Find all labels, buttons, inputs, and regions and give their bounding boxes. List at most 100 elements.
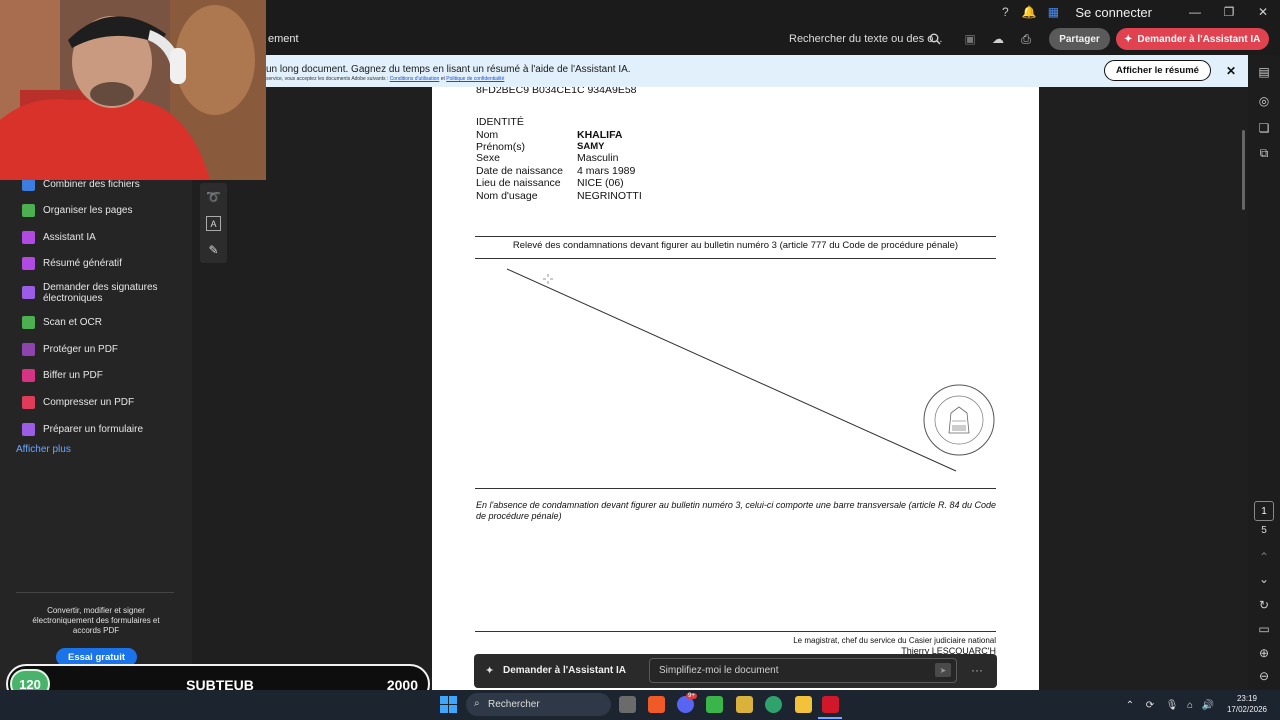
apps-grid-icon[interactable]: ▦ <box>1043 2 1063 22</box>
ai-assistant-icon <box>22 231 35 244</box>
current-page-field[interactable]: 1 <box>1254 501 1274 521</box>
webcam-overlay <box>0 0 266 180</box>
banner-message: un long document. Gagnez du temps en lis… <box>266 64 631 75</box>
network-icon[interactable]: ⌂ <box>1183 698 1197 712</box>
tool-protect-pdf[interactable]: Protéger un PDF <box>22 343 182 356</box>
compress-pdf-icon <box>22 396 35 409</box>
legal-note: En l'absence de condamnation devant figu… <box>476 500 997 521</box>
edit-panel-icon[interactable]: ▤ <box>1256 64 1272 80</box>
title-bar-controls: ? 🔔 ▦ Se connecter — ❐ ✕ <box>995 0 1280 24</box>
brave-browser-icon[interactable] <box>648 696 665 713</box>
tool-label: Compresser un PDF <box>43 397 135 408</box>
taskbar: ⌕ Rechercher 9+ ⌃ ⟳ 🎙 ⌂ 🔊 23:19 17/02/20… <box>0 690 1280 720</box>
acrobat-icon[interactable] <box>822 696 839 713</box>
legal-and: et <box>440 76 445 82</box>
magistrate-title: Le magistrat, chef du service du Casier … <box>793 636 996 645</box>
microphone-icon[interactable]: 🎙 <box>1165 698 1179 712</box>
terms-link[interactable]: Conditions d'utilisation <box>390 76 440 82</box>
tool-organize-pages[interactable]: Organiser les pages <box>22 204 182 217</box>
ask-ai-assistant-label: Demander à l'Assistant IA <box>1137 33 1261 45</box>
tool-label: Organiser les pages <box>43 205 133 216</box>
file-explorer-icon[interactable] <box>795 696 812 713</box>
privacy-link[interactable]: Politique de confidentialité <box>446 76 504 82</box>
ai-prompt-input[interactable]: Simplifiez-moi le document <box>649 658 957 683</box>
scan-ocr-icon <box>22 316 35 329</box>
mode-label[interactable]: ement <box>268 33 299 45</box>
divider <box>475 631 996 632</box>
generative-summary-icon <box>22 257 35 270</box>
close-window-icon[interactable]: ✕ <box>1246 0 1280 24</box>
search-input[interactable]: Rechercher du texte ou des o... <box>789 33 942 45</box>
windows-start-icon[interactable] <box>440 696 457 713</box>
sign-in-link[interactable]: Se connecter <box>1075 5 1152 20</box>
tool-label: Résumé génératif <box>43 258 122 269</box>
text-select-icon[interactable]: A <box>206 216 221 231</box>
tool-label: Scan et OCR <box>43 317 102 328</box>
tool-label: Demander des signatures électroniques <box>43 282 158 304</box>
send-icon[interactable]: ➤ <box>935 663 951 677</box>
panel-divider <box>16 592 174 593</box>
zoom-out-icon[interactable]: ⊖ <box>1256 668 1272 684</box>
discord-notification-badge: 9+ <box>686 693 697 699</box>
minimize-icon[interactable]: — <box>1178 0 1212 24</box>
tool-scan-ocr[interactable]: Scan et OCR <box>22 316 182 329</box>
app-stack-icon[interactable] <box>736 696 753 713</box>
comment-icon[interactable]: ◎ <box>1256 93 1272 109</box>
tool-label: Préparer un formulaire <box>43 424 144 435</box>
upload-cloud-icon[interactable]: ☁ <box>988 30 1008 48</box>
taskbar-clock[interactable]: 23:19 17/02/2026 <box>1222 693 1272 715</box>
tool-label: Combiner des fichiers <box>43 179 140 190</box>
app-circle-icon[interactable] <box>765 696 782 713</box>
show-summary-button[interactable]: Afficher le résumé <box>1104 60 1211 81</box>
tool-prepare-form[interactable]: Préparer un formulaire <box>22 423 182 436</box>
ai-summary-banner: un long document. Gagnez du temps en lis… <box>266 55 1248 87</box>
active-app-indicator <box>818 717 842 719</box>
more-options-icon[interactable]: ··· <box>971 663 983 677</box>
close-icon[interactable]: ✕ <box>1223 63 1239 79</box>
tool-redact-pdf[interactable]: Biffer un PDF <box>22 369 182 382</box>
tool-generative-summary[interactable]: Résumé génératif <box>22 257 182 270</box>
chevron-up-icon[interactable]: ⌃ <box>1256 549 1272 565</box>
search-icon: ⌕ <box>474 698 480 709</box>
redact-pdf-icon <box>22 369 35 382</box>
help-icon[interactable]: ? <box>995 2 1015 22</box>
task-view-icon[interactable] <box>619 696 636 713</box>
draw-pen-icon[interactable]: ✎ <box>206 242 221 257</box>
official-seal <box>923 384 995 456</box>
taskbar-search[interactable]: ⌕ Rechercher <box>466 693 611 716</box>
banner-legal: service, vous acceptez les documents Ado… <box>266 76 504 82</box>
vertical-scrollbar[interactable] <box>1242 130 1245 210</box>
tool-combine-files[interactable]: Combiner des fichiers <box>22 178 182 191</box>
share-button[interactable]: Partager <box>1049 28 1110 50</box>
notification-bell-icon[interactable]: 🔔 <box>1019 2 1039 22</box>
legal-prefix: service, vous acceptez les documents Ado… <box>266 76 389 82</box>
print-icon[interactable]: ⎙ <box>1016 30 1036 48</box>
bookmark-icon[interactable]: ❏ <box>1256 120 1272 136</box>
search-icon[interactable] <box>925 30 945 48</box>
lasso-icon[interactable]: ➰ <box>206 189 221 204</box>
sync-icon[interactable]: ⟳ <box>1143 698 1157 712</box>
zoom-in-icon[interactable]: ⊕ <box>1256 645 1272 661</box>
save-icon[interactable]: ▣ <box>960 30 980 48</box>
ai-prompt-bar: ✦ Demander à l'Assistant IA Simplifiez-m… <box>474 654 997 688</box>
chevron-up-icon[interactable]: ⌃ <box>1123 698 1137 712</box>
rotate-icon[interactable]: ↻ <box>1256 597 1272 613</box>
organize-pages-icon <box>22 204 35 217</box>
clock-time: 23:19 <box>1236 694 1258 703</box>
taskbar-search-label: Rechercher <box>488 699 540 710</box>
app-green-icon[interactable] <box>706 696 723 713</box>
show-more-link[interactable]: Afficher plus <box>16 444 71 455</box>
maximize-icon[interactable]: ❐ <box>1212 0 1246 24</box>
tool-request-esignatures[interactable]: Demander des signatures électroniques <box>22 282 182 304</box>
tool-compress-pdf[interactable]: Compresser un PDF <box>22 396 182 409</box>
tool-ai-assistant[interactable]: Assistant IA <box>22 231 182 244</box>
prepare-form-icon <box>22 423 35 436</box>
chevron-down-icon[interactable]: ⌄ <box>1256 571 1272 587</box>
ai-chat-icon: ✦ <box>485 665 495 677</box>
pdf-page: 8FD2BEC9 B034CE1C 934A9E58 IDENTITÉ Nom … <box>432 87 1039 690</box>
ask-ai-assistant-button[interactable]: ✦ Demander à l'Assistant IA <box>1116 28 1269 50</box>
webcam-image <box>0 0 266 180</box>
pages-icon[interactable]: ⧉ <box>1256 145 1272 161</box>
page-fit-icon[interactable]: ▭ <box>1256 621 1272 637</box>
volume-icon[interactable]: 🔊 <box>1201 698 1215 712</box>
